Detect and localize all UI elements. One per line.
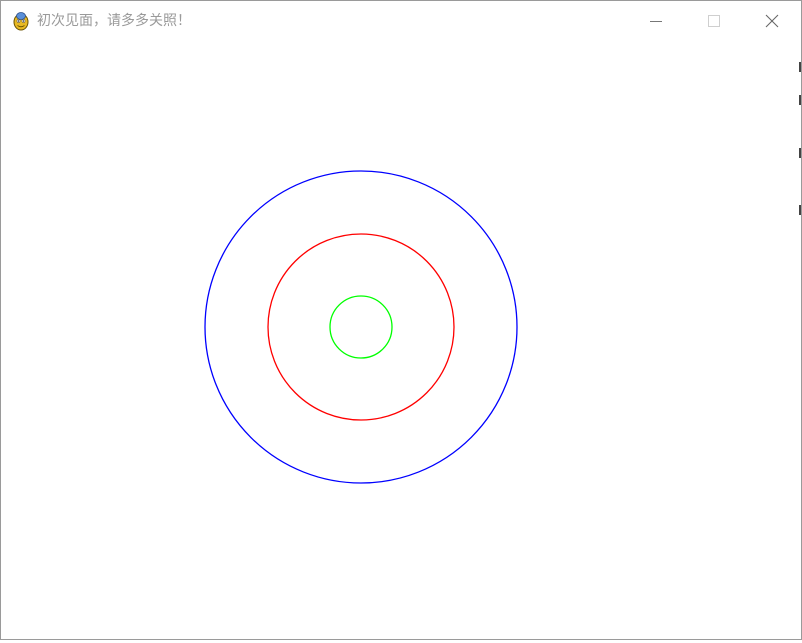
pygame-snake-icon: [13, 12, 29, 31]
maximize-button[interactable]: [685, 1, 743, 41]
circles-drawing: [204, 170, 518, 484]
close-button[interactable]: [743, 1, 801, 41]
app-window: 初次见面，请多多关照！: [0, 0, 802, 640]
minimize-button[interactable]: [627, 1, 685, 41]
window-edge-mark: [799, 62, 801, 72]
outer-circle: [204, 170, 518, 484]
pygame-canvas[interactable]: [1, 41, 801, 639]
middle-circle: [267, 233, 455, 421]
close-icon: [765, 14, 779, 28]
minimize-icon: [650, 21, 662, 22]
window-edge-mark: [799, 205, 801, 215]
window-edge-mark: [799, 148, 801, 158]
inner-circle: [329, 295, 393, 359]
window-edge-mark: [799, 95, 801, 105]
title-bar[interactable]: 初次见面，请多多关照！: [1, 1, 801, 41]
window-title: 初次见面，请多多关照！: [37, 13, 191, 29]
maximize-icon: [708, 15, 720, 27]
